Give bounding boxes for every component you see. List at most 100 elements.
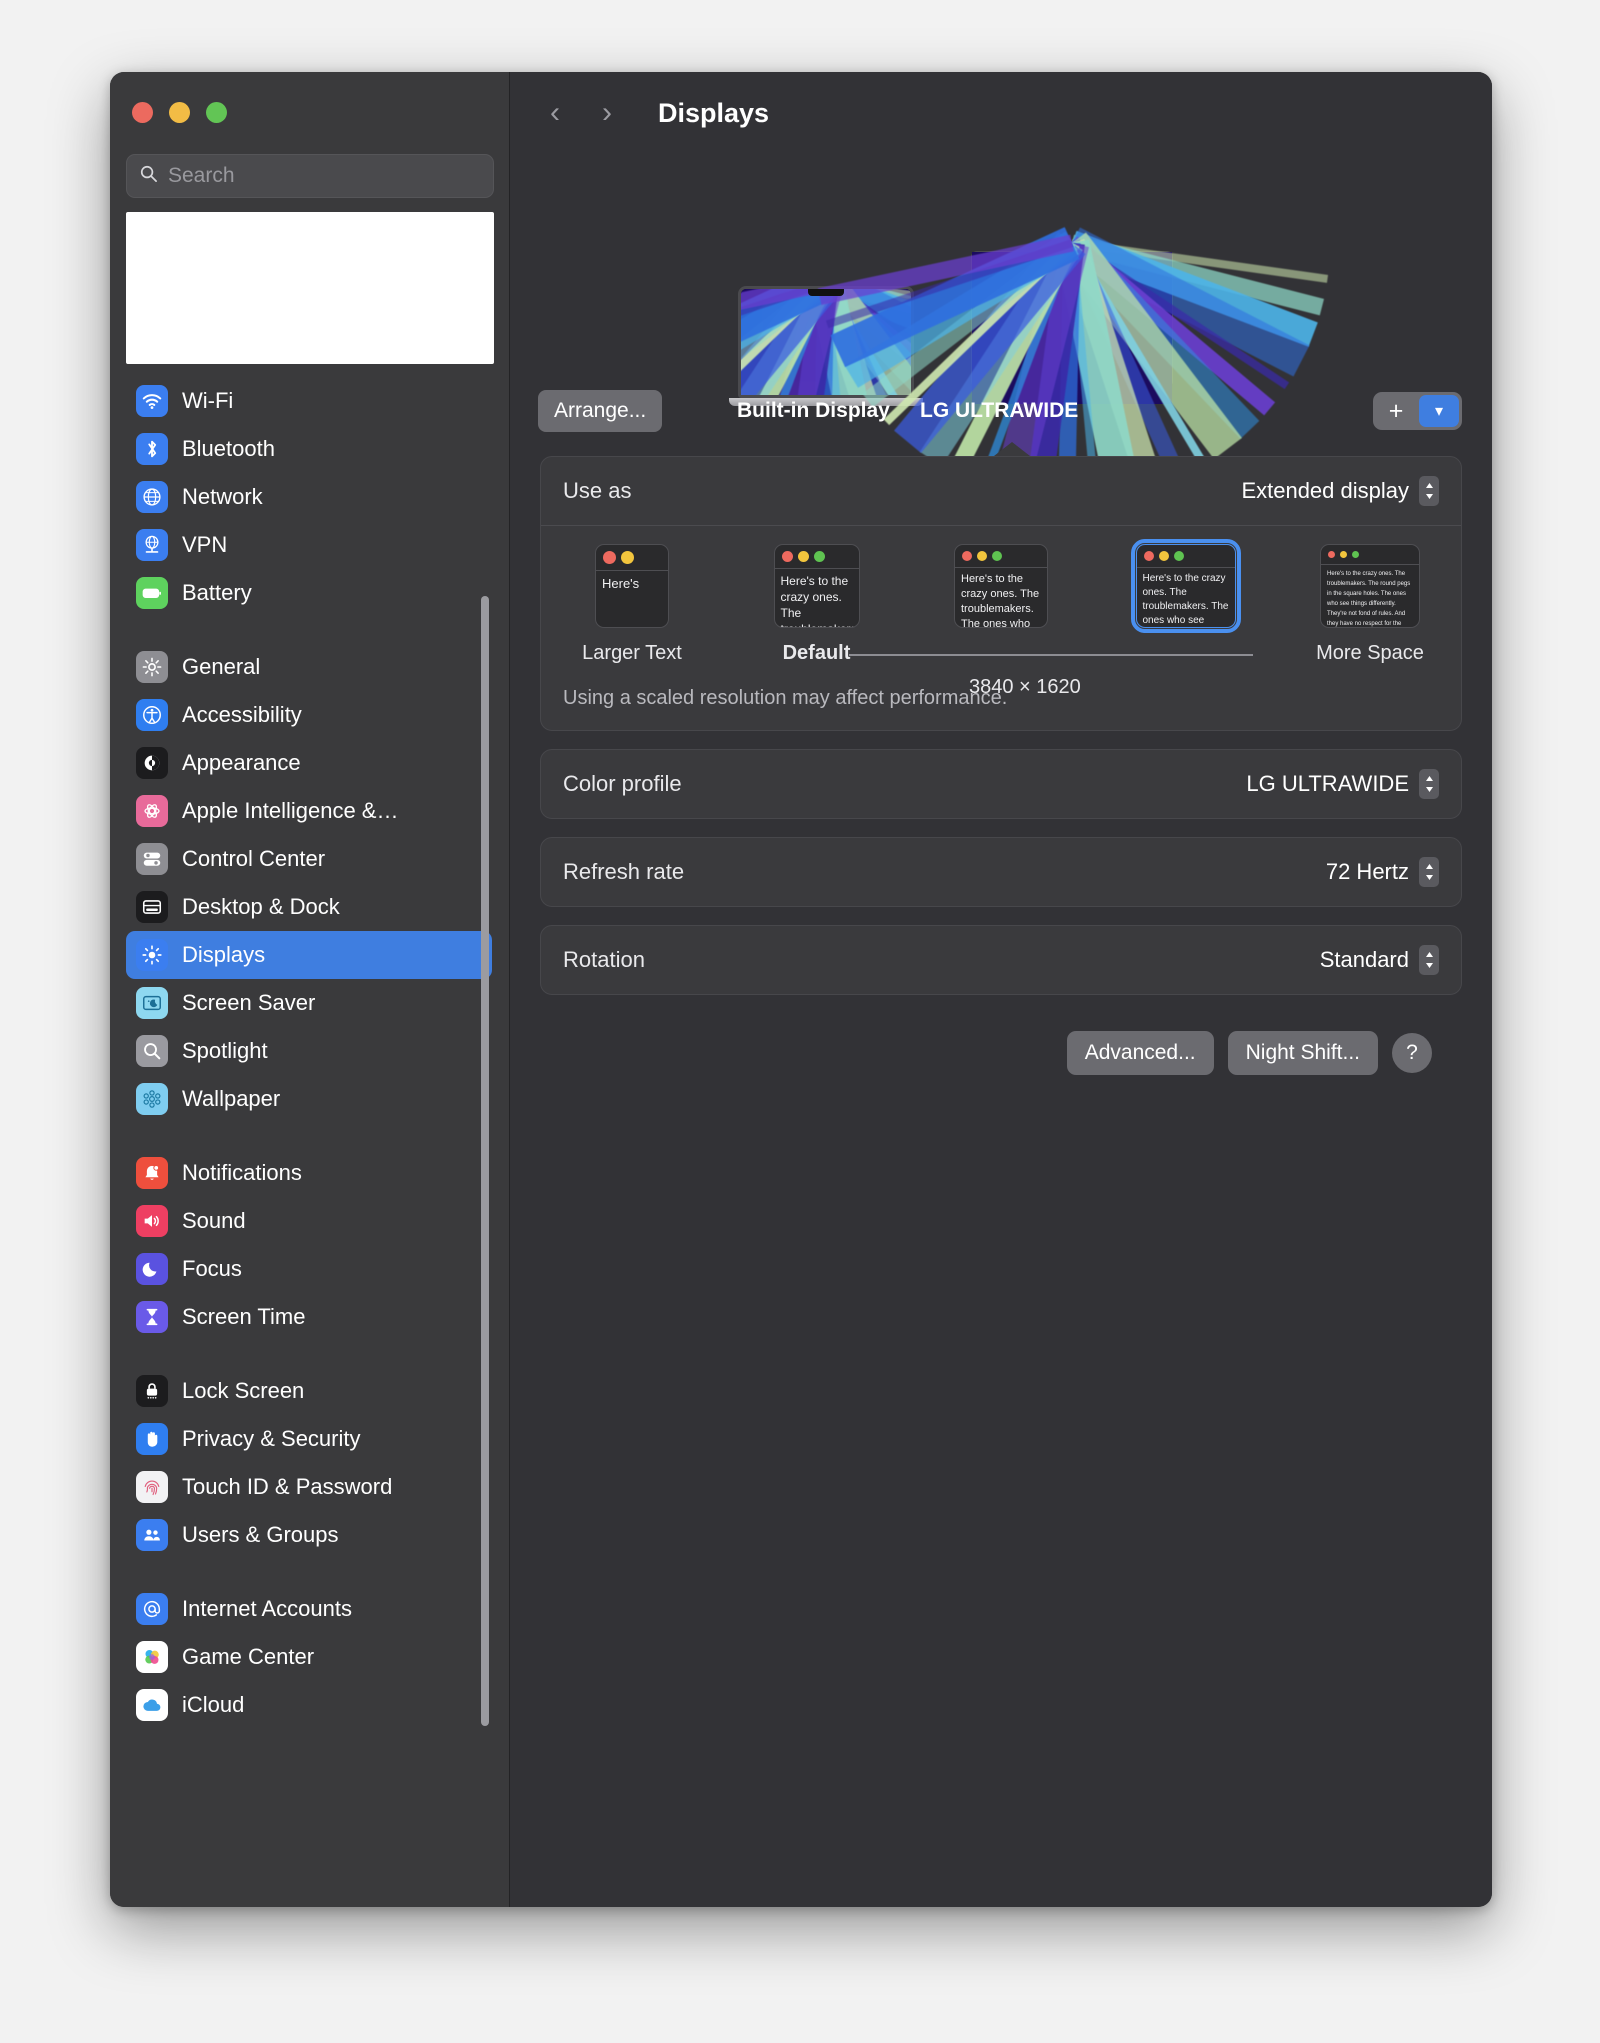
wallpaper-preview: [817, 227, 1329, 502]
sidebar-item-lock-screen[interactable]: Lock Screen: [126, 1367, 492, 1415]
lock-icon: [136, 1375, 168, 1407]
sidebar-item-focus[interactable]: Focus: [126, 1245, 492, 1293]
setting-row[interactable]: Refresh rate 72 Hertz: [541, 838, 1461, 906]
icloud-icon: [136, 1689, 168, 1721]
sidebar-item-users-groups[interactable]: Users & Groups: [126, 1511, 492, 1559]
resolution-slider-track[interactable]: [849, 654, 1253, 656]
sidebar-item-wallpaper[interactable]: Wallpaper: [126, 1075, 492, 1123]
sidebar-item-displays[interactable]: Displays: [126, 931, 492, 979]
sidebar-item-sound[interactable]: Sound: [126, 1197, 492, 1245]
resolution-thumbnail[interactable]: Here's to the crazy ones. The troublemak…: [1130, 539, 1241, 633]
sidebar-item-bluetooth[interactable]: Bluetooth: [126, 425, 492, 473]
resolution-option[interactable]: Here's to the crazy ones. The troublemak…: [1307, 544, 1433, 665]
resolution-option[interactable]: Here's to the crazy ones. The troublemak…: [938, 544, 1064, 642]
resolution-caption: Larger Text: [582, 642, 682, 664]
sidebar-scrollbar-thumb[interactable]: [481, 596, 489, 1726]
notch: [808, 289, 844, 296]
resolution-options: Here's Larger Text Here's to the crazy one…: [541, 526, 1461, 698]
chevron-down-icon[interactable]: ▾: [1419, 395, 1459, 427]
setting-value-group[interactable]: 72 Hertz: [1326, 857, 1439, 887]
sidebar-item-apple-intelligence[interactable]: Apple Intelligence &…: [126, 787, 492, 835]
use-as-value-group[interactable]: Extended display: [1241, 476, 1439, 506]
add-display-button[interactable]: +: [1376, 395, 1416, 427]
search-input[interactable]: [168, 164, 481, 188]
close-button[interactable]: [132, 102, 153, 123]
sidebar-item-appearance[interactable]: Appearance: [126, 739, 492, 787]
thumbnail-dot: [797, 551, 809, 562]
sidebar-item-battery[interactable]: Battery: [126, 569, 492, 617]
sidebar-item-touch-id-password[interactable]: Touch ID & Password: [126, 1463, 492, 1511]
appearance-contrast-icon: [136, 747, 168, 779]
setting-value: LG ULTRAWIDE: [1246, 771, 1409, 796]
minimize-button[interactable]: [169, 102, 190, 123]
sidebar-item-accessibility[interactable]: Accessibility: [126, 691, 492, 739]
resolution-option[interactable]: Here's to the crazy ones. The troublemak…: [754, 544, 880, 665]
sidebar-item-label: Accessibility: [182, 702, 302, 727]
add-display-control[interactable]: + ▾: [1373, 392, 1462, 430]
sidebar-item-label: Sound: [182, 1208, 246, 1233]
advanced-button[interactable]: Advanced...: [1066, 1031, 1214, 1075]
sidebar-item-label: Wi-Fi: [182, 388, 234, 413]
thumbnail-dot: [1173, 551, 1184, 561]
sidebar-item-label: Appearance: [182, 750, 301, 775]
up-down-chevrons-icon[interactable]: [1419, 945, 1439, 975]
search-field[interactable]: [126, 154, 494, 198]
sidebar-item-label: Screen Saver: [182, 990, 316, 1015]
chevron-right-icon[interactable]: ›: [594, 98, 620, 128]
sidebar-nav[interactable]: Wi-Fi Bluetooth Network VPN Battery Gener…: [110, 377, 509, 1907]
sidebar-item-vpn[interactable]: VPN: [126, 521, 492, 569]
resolution-thumbnail[interactable]: Here's: [595, 544, 669, 628]
search-icon: [139, 164, 158, 188]
thumbnail-traffic-lights: [1321, 545, 1419, 564]
resolution-thumbnail[interactable]: Here's to the crazy ones. The troublemak…: [954, 544, 1048, 628]
sidebar-item-privacy-security[interactable]: Privacy & Security: [126, 1415, 492, 1463]
setting-row[interactable]: Rotation Standard: [541, 926, 1461, 994]
setting-row[interactable]: Color profile LG ULTRAWIDE: [541, 750, 1461, 818]
up-down-chevrons-icon[interactable]: [1419, 857, 1439, 887]
resolution-thumbnail[interactable]: Here's to the crazy ones. The troublemak…: [1320, 544, 1420, 628]
setting-value-group[interactable]: LG ULTRAWIDE: [1246, 769, 1439, 799]
use-as-label: Use as: [563, 478, 632, 503]
thumbnail-sample-text: Here's to the crazy ones. The troublemak…: [955, 567, 1047, 627]
resolution-option[interactable]: Here's to the crazy ones. The troublemak…: [1123, 539, 1249, 642]
resolution-caption: Default: [782, 642, 851, 664]
up-down-chevrons-icon[interactable]: [1419, 476, 1439, 506]
thumbnail-dot: [977, 551, 987, 561]
sidebar-item-label: Focus: [182, 1256, 242, 1281]
sidebar-item-spotlight[interactable]: Spotlight: [126, 1027, 492, 1075]
zoom-button[interactable]: [206, 102, 227, 123]
sidebar-item-control-center[interactable]: Control Center: [126, 835, 492, 883]
setting-value: Standard: [1319, 947, 1409, 972]
setting-label: Refresh rate: [563, 859, 685, 884]
built-in-display-label: Built-in Display: [737, 399, 890, 422]
account-card[interactable]: [126, 212, 494, 364]
help-button[interactable]: ?: [1392, 1033, 1432, 1073]
arrange-button[interactable]: Arrange...: [538, 390, 663, 432]
sidebar-item-general[interactable]: General: [126, 643, 492, 691]
resolution-thumbnail[interactable]: Here's to the crazy ones. The troublemak…: [773, 544, 860, 628]
system-settings-window: Wi-Fi Bluetooth Network VPN Battery Gener…: [110, 72, 1492, 1907]
sidebar-scrollbar-track[interactable]: [481, 334, 499, 1726]
sidebar-item-screen-saver[interactable]: Screen Saver: [126, 979, 492, 1027]
screen-saver-icon: [136, 987, 168, 1019]
sidebar-item-icloud[interactable]: iCloud: [126, 1681, 492, 1729]
thumbnail-sample-text: Here's to the crazy ones. The troublemak…: [1136, 567, 1235, 627]
display-labels-row: Arrange... Built-in Display LG ULTRAWIDE…: [510, 380, 1492, 442]
sidebar-item-desktop-dock[interactable]: Desktop & Dock: [126, 883, 492, 931]
bell-icon: [136, 1157, 168, 1189]
resolution-option[interactable]: Here's Larger Text: [569, 544, 695, 665]
sidebar-item-internet-accounts[interactable]: Internet Accounts: [126, 1585, 492, 1633]
sidebar-item-network[interactable]: Network: [126, 473, 492, 521]
sidebar-item-game-center[interactable]: Game Center: [126, 1633, 492, 1681]
chevron-left-icon[interactable]: ‹: [542, 98, 568, 128]
up-down-chevrons-icon[interactable]: [1419, 769, 1439, 799]
setting-value-group[interactable]: Standard: [1320, 945, 1439, 975]
night-shift-button[interactable]: Night Shift...: [1227, 1031, 1378, 1075]
sidebar-item-screen-time[interactable]: Screen Time: [126, 1293, 492, 1341]
settings-panels: Use as Extended display Here's Larger Te…: [510, 442, 1492, 1075]
sidebar-item-wi-fi[interactable]: Wi-Fi: [126, 377, 492, 425]
use-as-row[interactable]: Use as Extended display: [541, 457, 1461, 525]
thumbnail-dot: [1340, 551, 1347, 558]
sidebar-item-label: Battery: [182, 580, 252, 605]
sidebar-item-notifications[interactable]: Notifications: [126, 1149, 492, 1197]
